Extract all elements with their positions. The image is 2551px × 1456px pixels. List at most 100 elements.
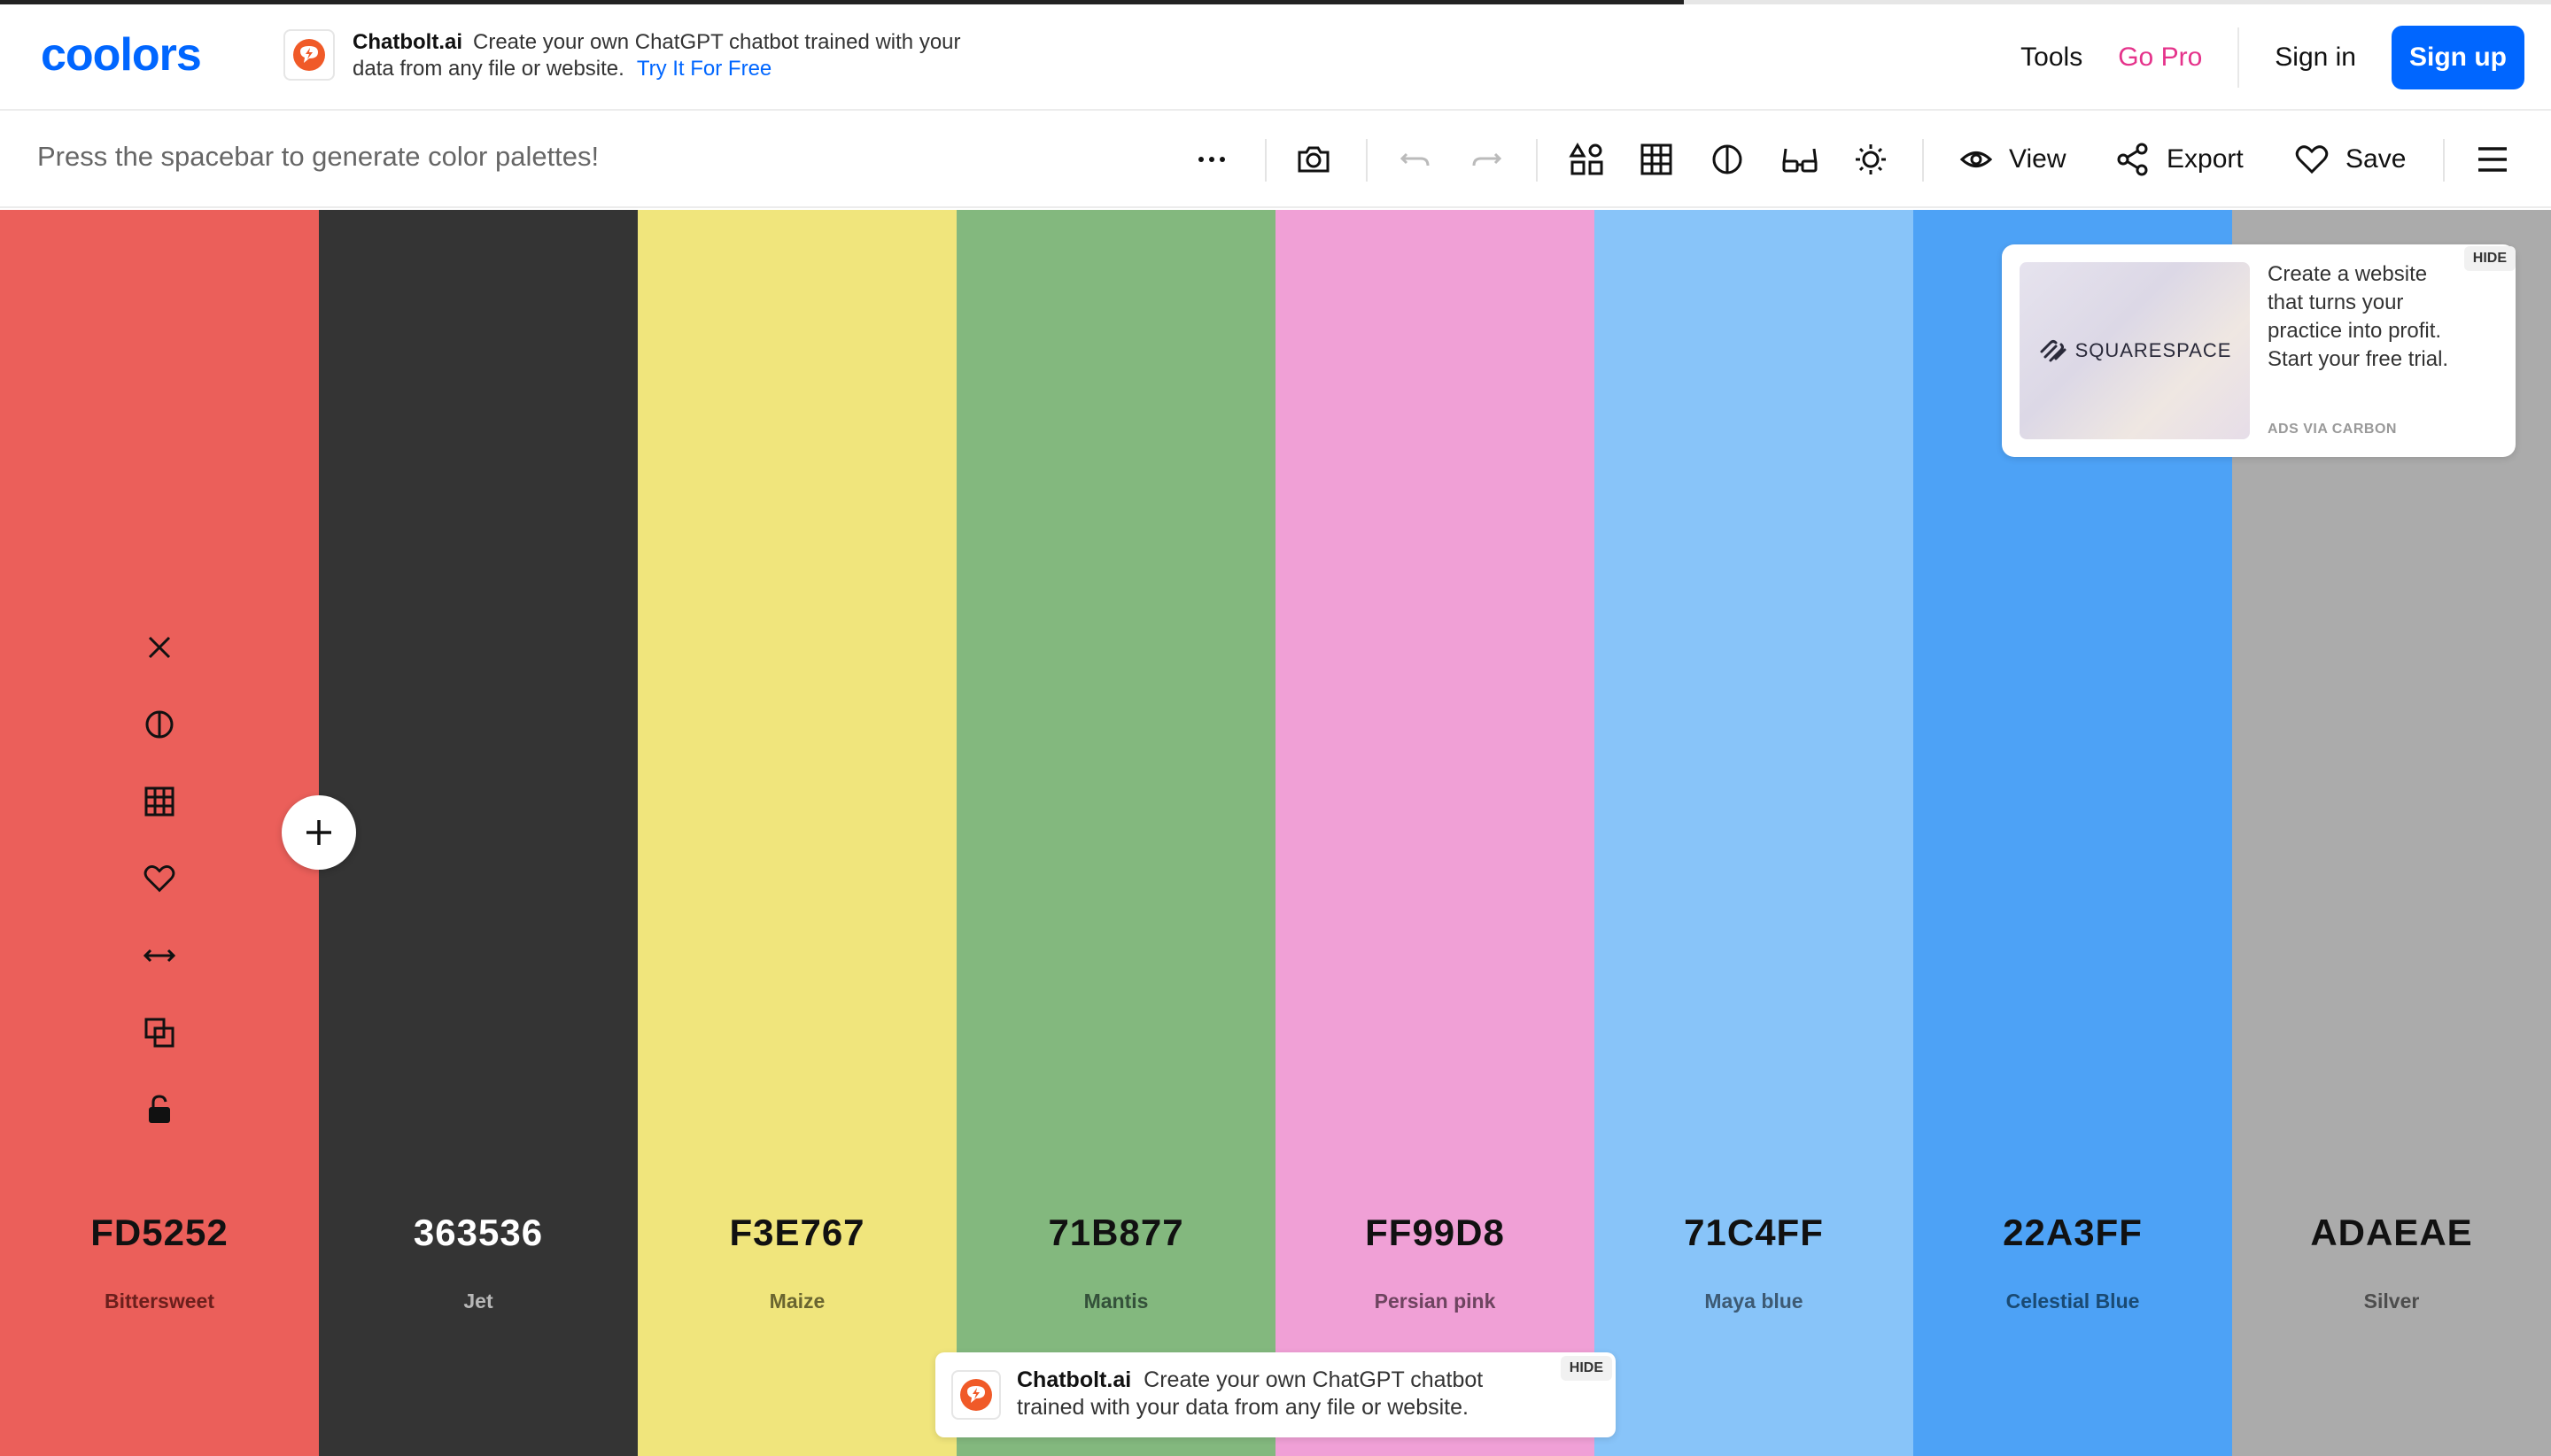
export-label: Export xyxy=(2167,144,2244,174)
carbon-ad[interactable]: SQUARESPACE Create a website that turns … xyxy=(2002,244,2516,457)
undo-icon xyxy=(1400,152,1430,167)
contrast-icon xyxy=(1712,144,1742,174)
contrast-button[interactable] xyxy=(1710,112,1745,206)
undo-button[interactable] xyxy=(1398,112,1433,206)
toolbar-divider xyxy=(1536,139,1538,182)
color-hex[interactable]: 71C4FF xyxy=(1594,1212,1913,1254)
color-name[interactable]: Bittersweet xyxy=(0,1289,319,1313)
svg-text:coolors: coolors xyxy=(41,35,201,77)
hide-ad-button[interactable]: HIDE xyxy=(1560,1356,1612,1381)
sun-icon xyxy=(1856,144,1886,174)
color-name[interactable]: Silver xyxy=(2232,1289,2551,1313)
add-color-button[interactable] xyxy=(282,795,356,870)
color-name[interactable]: Persian pink xyxy=(1276,1289,1594,1313)
coolors-wordmark: coolors xyxy=(41,35,202,77)
color-hex[interactable]: 71B877 xyxy=(957,1212,1276,1254)
view-button[interactable]: View xyxy=(1959,112,2066,206)
grid-icon xyxy=(1640,143,1672,175)
bottom-ad-brand: Chatbolt.ai xyxy=(1017,1367,1132,1392)
remove-color-button[interactable] xyxy=(143,608,175,685)
close-icon xyxy=(148,636,171,658)
top-ad-cta[interactable]: Try It For Free xyxy=(637,57,772,81)
header: coolors Chatbolt.ai Create your own ChatG… xyxy=(0,4,2551,111)
toolbar-divider xyxy=(1265,139,1267,182)
save-label: Save xyxy=(2346,144,2407,174)
ad-image: SQUARESPACE xyxy=(2020,262,2250,439)
color-column[interactable]: F3E767 Maize xyxy=(638,210,957,1456)
camera-icon xyxy=(1298,146,1330,173)
tools-link[interactable]: Tools xyxy=(2020,43,2082,73)
header-nav: Tools Go Pro Sign in Sign up xyxy=(2020,4,2551,111)
hamburger-menu-icon xyxy=(2478,147,2507,172)
ellipsis-icon xyxy=(1198,157,1225,162)
copy-color-button[interactable] xyxy=(143,994,176,1071)
toolbar-divider xyxy=(1366,139,1368,182)
color-name[interactable]: Maya blue xyxy=(1594,1289,1913,1313)
color-name[interactable]: Celestial Blue xyxy=(1913,1289,2232,1313)
top-ad-text: Chatbolt.ai Create your own ChatGPT chatb… xyxy=(353,29,990,82)
plus-icon xyxy=(306,820,331,845)
heart-icon xyxy=(2295,145,2329,174)
chatbolt-logo-icon xyxy=(283,29,335,81)
save-button[interactable]: Save xyxy=(2294,112,2406,206)
screenshot-button[interactable] xyxy=(1295,112,1332,206)
grid-icon xyxy=(144,786,174,816)
more-options-button[interactable] xyxy=(1194,112,1229,206)
ad-description: Create a website that turns your practic… xyxy=(2268,262,2449,371)
theme-button[interactable] xyxy=(1853,112,1888,206)
drag-color-handle[interactable] xyxy=(142,917,177,994)
bottom-ad[interactable]: Chatbolt.ai Create your own ChatGPT chatb… xyxy=(935,1352,1616,1437)
nav-divider xyxy=(2237,27,2240,88)
color-column[interactable]: FD5252 Bittersweet xyxy=(0,210,319,1456)
coolors-logo[interactable]: coolors xyxy=(41,35,237,77)
color-hex[interactable]: 22A3FF xyxy=(1913,1212,2232,1254)
share-icon xyxy=(2117,143,2148,176)
toolbar-divider xyxy=(2443,139,2445,182)
adjust-palette-button[interactable] xyxy=(1568,112,1605,206)
heart-icon xyxy=(143,864,175,892)
color-name[interactable]: Maize xyxy=(638,1289,957,1313)
color-column[interactable]: 71B877 Mantis xyxy=(957,210,1276,1456)
color-hex[interactable]: FF99D8 xyxy=(1276,1212,1594,1254)
eye-icon xyxy=(1959,151,1993,167)
color-column[interactable]: 71C4FF Maya blue xyxy=(1594,210,1913,1456)
ads-via-carbon[interactable]: ADS VIA CARBON xyxy=(2268,422,2397,438)
color-name[interactable]: Jet xyxy=(319,1289,638,1313)
top-ad[interactable]: Chatbolt.ai Create your own ChatGPT chatb… xyxy=(283,29,990,82)
export-button[interactable]: Export xyxy=(2115,112,2244,206)
color-grid-button[interactable] xyxy=(1639,112,1674,206)
color-hex[interactable]: FD5252 xyxy=(0,1212,319,1254)
color-column[interactable]: 363536 Jet xyxy=(319,210,638,1456)
generate-hint: Press the spacebar to generate color pal… xyxy=(37,141,600,172)
go-pro-link[interactable]: Go Pro xyxy=(2118,43,2202,73)
copy-icon xyxy=(144,1018,174,1047)
toolbar-divider xyxy=(1922,139,1924,182)
ad-brand: SQUARESPACE xyxy=(2074,339,2232,361)
glasses-icon xyxy=(1782,148,1818,173)
color-hex[interactable]: 363536 xyxy=(319,1212,638,1254)
favorite-color-button[interactable] xyxy=(143,840,176,917)
hide-ad-button[interactable]: HIDE xyxy=(2463,246,2516,271)
bottom-ad-text: Chatbolt.ai Create your own ChatGPT chatb… xyxy=(1017,1367,1513,1421)
shapes-icon xyxy=(1569,143,1603,175)
sign-up-button[interactable]: Sign up xyxy=(2392,26,2524,89)
color-blindness-button[interactable] xyxy=(1780,112,1819,206)
color-hex[interactable]: F3E767 xyxy=(638,1212,957,1254)
color-hex[interactable]: ADAEAE xyxy=(2232,1212,2551,1254)
squarespace-logo-icon xyxy=(2040,340,2066,362)
menu-button[interactable] xyxy=(2475,112,2510,206)
toolbar: Press the spacebar to generate color pal… xyxy=(0,112,2551,208)
view-label: View xyxy=(2009,144,2066,174)
lock-color-button[interactable] xyxy=(143,1071,176,1148)
color-name[interactable]: Mantis xyxy=(957,1289,1276,1313)
unlock-icon xyxy=(149,1094,170,1123)
shades-grid-button[interactable] xyxy=(143,763,176,840)
redo-button[interactable] xyxy=(1469,112,1504,206)
sign-in-link[interactable]: Sign in xyxy=(2275,43,2356,73)
redo-icon xyxy=(1472,152,1502,167)
drag-arrows-icon xyxy=(143,949,176,962)
color-column[interactable]: FF99D8 Persian pink xyxy=(1276,210,1594,1456)
view-shades-button[interactable] xyxy=(143,685,176,763)
chatbolt-logo-icon xyxy=(951,1370,1001,1420)
contrast-icon xyxy=(145,710,174,738)
